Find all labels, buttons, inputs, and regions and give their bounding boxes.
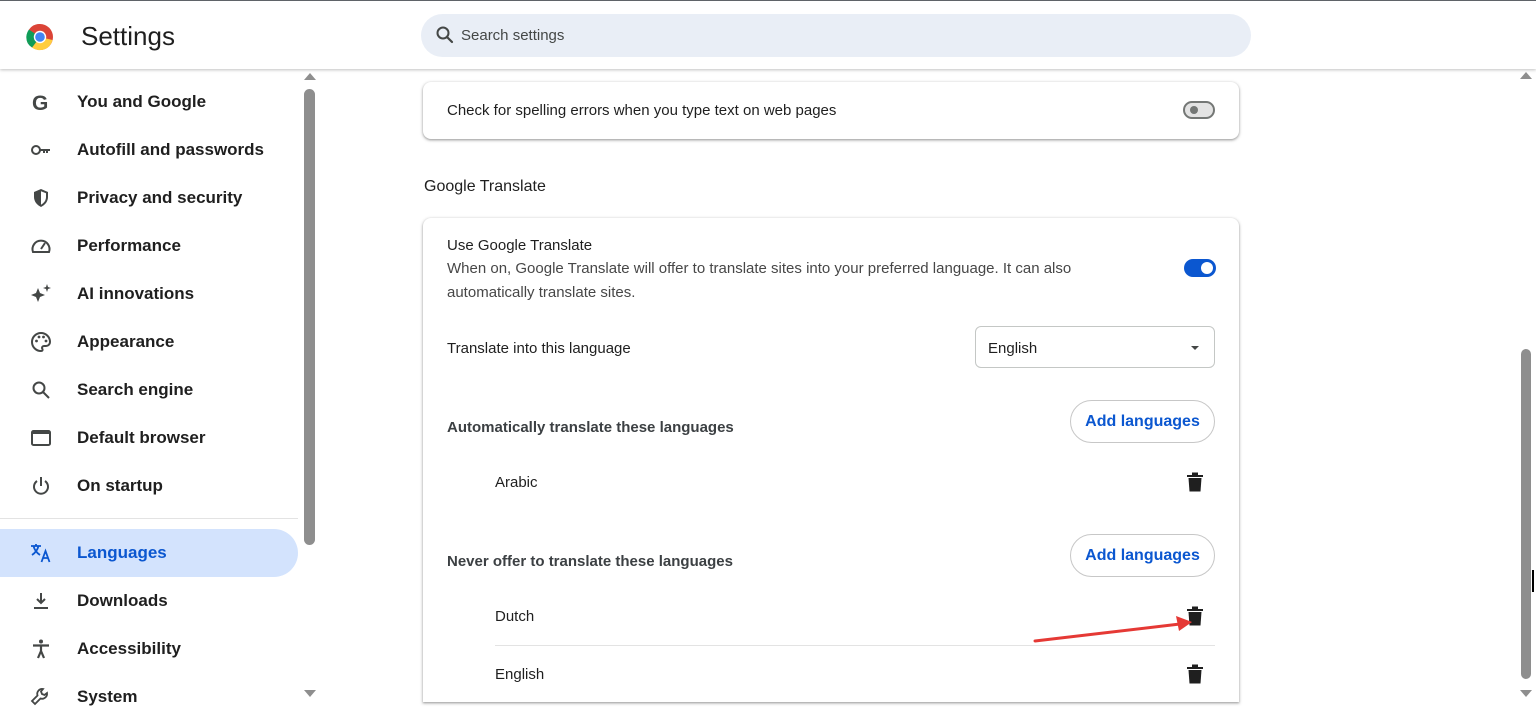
target-language-select[interactable]: English — [975, 326, 1215, 368]
svg-text:G: G — [32, 92, 48, 114]
page-title: Settings — [81, 21, 175, 51]
power-icon — [33, 477, 49, 495]
google-g-icon: G — [32, 92, 48, 114]
language-item-english: English — [495, 666, 545, 683]
translate-icon — [31, 544, 51, 563]
add-never-translate-languages-button[interactable]: Add languages — [1070, 534, 1215, 577]
sidebar-item-downloads[interactable]: Downloads — [0, 577, 298, 625]
target-language-value: English — [988, 340, 1038, 357]
sidebar: G You and Google Autofill and passwords … — [0, 70, 318, 706]
annotation-arrow-icon — [1033, 616, 1192, 643]
language-item-dutch: Dutch — [495, 608, 535, 625]
search-input[interactable] — [461, 14, 1221, 57]
spellcheck-toggle[interactable] — [1183, 101, 1215, 119]
sidebar-item-label: Default browser — [77, 428, 206, 447]
download-icon — [34, 593, 48, 609]
sidebar-item-search-engine[interactable]: Search engine — [0, 366, 298, 414]
spellcheck-label: Check for spelling errors when you type … — [447, 102, 837, 119]
delete-trash-icon[interactable] — [1187, 664, 1203, 684]
sparkle-icon — [31, 284, 51, 302]
speedometer-icon — [31, 239, 51, 253]
language-item-arabic: Arabic — [495, 474, 538, 491]
search-icon — [32, 381, 50, 399]
never-translate-label: Never offer to translate these languages — [447, 553, 733, 570]
spellcheck-card: Check for spelling errors when you type … — [423, 82, 1239, 139]
search-icon — [436, 26, 454, 44]
main-scroll-up-arrow-icon[interactable] — [1520, 72, 1532, 79]
scroll-up-arrow-icon[interactable] — [304, 73, 316, 80]
sidebar-item-performance[interactable]: Performance — [0, 222, 298, 270]
sidebar-item-default-browser[interactable]: Default browser — [0, 414, 298, 462]
scroll-down-arrow-icon[interactable] — [304, 690, 316, 697]
sidebar-item-label: Accessibility — [77, 639, 181, 658]
target-language-label: Translate into this language — [447, 340, 631, 357]
sidebar-item-label: Search engine — [77, 380, 194, 399]
palette-icon — [31, 331, 52, 353]
sidebar-divider — [0, 518, 298, 519]
sidebar-item-label: Performance — [77, 236, 181, 255]
dropdown-caret-icon — [1191, 346, 1199, 350]
main-scroll-thumb[interactable] — [1521, 349, 1531, 679]
chrome-logo-icon — [26, 23, 53, 51]
accessibility-icon — [33, 639, 49, 659]
top-bar: Settings — [0, 0, 1536, 69]
sidebar-item-label: You and Google — [77, 92, 207, 111]
sidebar-item-languages[interactable]: Languages — [0, 529, 298, 577]
browser-window-icon — [31, 430, 51, 446]
use-translate-description: When on, Google Translate will offer to … — [447, 260, 1072, 301]
text-cursor-icon — [1532, 570, 1536, 592]
sidebar-item-appearance[interactable]: Appearance — [0, 318, 298, 366]
sidebar-item-privacy[interactable]: Privacy and security — [0, 174, 298, 222]
add-auto-translate-languages-button[interactable]: Add languages — [1070, 400, 1215, 443]
sidebar-item-you-and-google[interactable]: G You and Google — [0, 78, 298, 126]
sidebar-item-on-startup[interactable]: On startup — [0, 462, 298, 510]
sidebar-item-autofill[interactable]: Autofill and passwords — [0, 126, 298, 174]
search-box[interactable] — [421, 14, 1251, 57]
main-scroll-down-arrow-icon[interactable] — [1520, 690, 1532, 697]
sidebar-item-label: Autofill and passwords — [77, 140, 265, 159]
sidebar-item-label: Languages — [77, 543, 167, 562]
sidebar-scroll-thumb[interactable] — [304, 89, 315, 545]
key-icon — [31, 145, 50, 155]
sidebar-item-accessibility[interactable]: Accessibility — [0, 625, 298, 673]
wrench-icon — [30, 688, 48, 706]
section-title-google-translate: Google Translate — [424, 178, 546, 195]
sidebar-item-label: Downloads — [77, 591, 168, 610]
row-divider — [495, 645, 1215, 646]
use-translate-toggle[interactable] — [1184, 259, 1216, 277]
sidebar-item-label: System — [77, 687, 138, 706]
delete-trash-icon[interactable] — [1187, 472, 1203, 492]
use-translate-title: Use Google Translate — [447, 237, 593, 254]
sidebar-item-label: Appearance — [77, 332, 175, 351]
sidebar-item-ai-innovations[interactable]: AI innovations — [0, 270, 298, 318]
sidebar-item-label: AI innovations — [77, 284, 195, 303]
auto-translate-label: Automatically translate these languages — [447, 419, 734, 436]
sidebar-item-label: On startup — [77, 476, 163, 495]
sidebar-item-label: Privacy and security — [77, 188, 243, 207]
shield-icon — [34, 189, 48, 207]
sidebar-item-system[interactable]: System — [0, 673, 298, 721]
